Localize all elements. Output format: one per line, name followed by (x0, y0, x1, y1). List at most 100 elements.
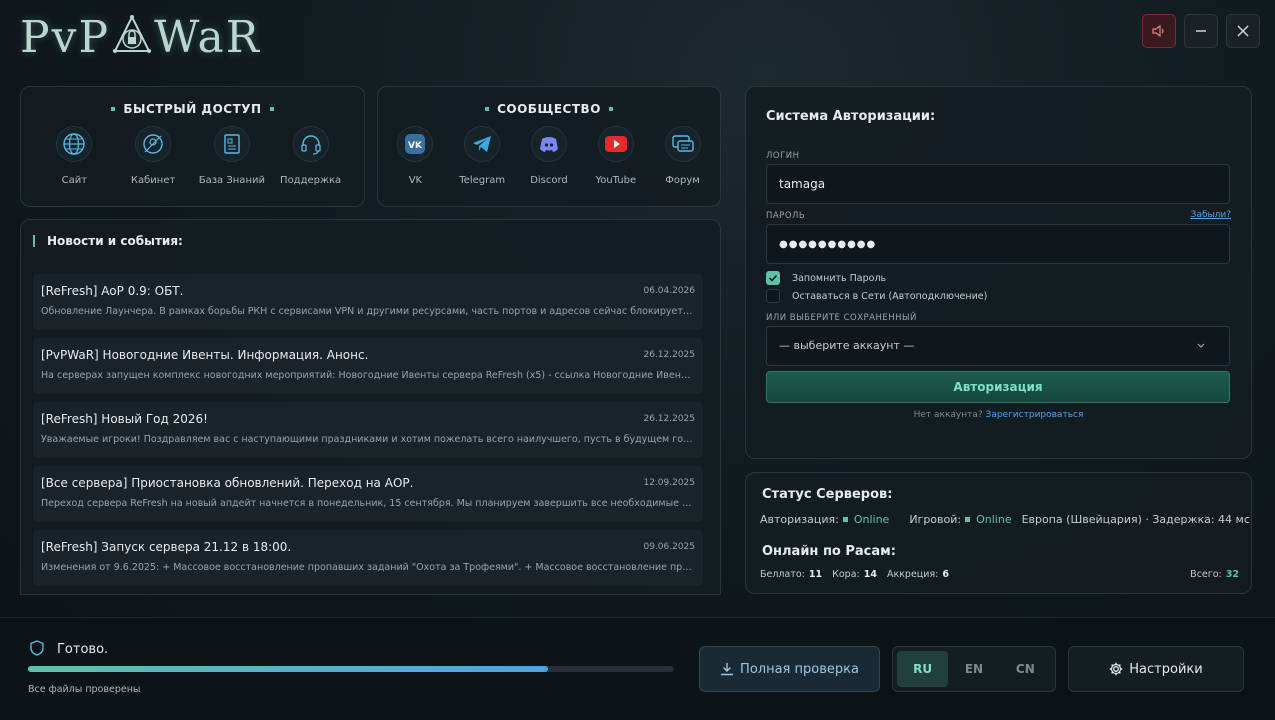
language-en[interactable]: EN (948, 651, 999, 687)
community-link-label: Форум (665, 175, 700, 186)
server-status-row: Авторизация: Online Игровой: Online Евро… (760, 513, 1250, 526)
speaker-icon (1152, 25, 1164, 37)
race-name: Беллато: (760, 569, 805, 580)
community-link-label: YouTube (595, 175, 637, 186)
news-item-date: 26.12.2025 (643, 414, 695, 424)
news-item-date: 09.06.2025 (643, 542, 695, 552)
news-item-title: [PvPWaR] Новогодние Ивенты. Информация. … (41, 348, 369, 362)
language-cn[interactable]: CN (1000, 651, 1051, 687)
saved-account-select[interactable]: — выберите аккаунт — (766, 326, 1230, 366)
community-link-label: Telegram (459, 175, 506, 186)
community-link-forum[interactable]: Форум (653, 126, 713, 186)
stay-online-checkbox[interactable] (766, 289, 780, 303)
news-item-title: [Все сервера] Приостановка обновлений. П… (41, 476, 414, 490)
login-label: ЛОГИН (766, 151, 800, 161)
discord-icon (539, 137, 558, 152)
race-count: 11 (808, 569, 823, 580)
download-icon (721, 663, 734, 676)
server-status-panel: Статус Серверов: Авторизация: Online Игр… (745, 472, 1252, 594)
races-online-row: Беллато: 11 Кора: 14 Аккреция: 6 (760, 569, 949, 580)
saved-account-placeholder: — выберите аккаунт — (779, 339, 915, 352)
news-item[interactable]: [Все сервера] Приостановка обновлений. П… (33, 466, 703, 522)
game-server-status: Online (976, 513, 1012, 526)
total-online: Всего: 32 (1190, 569, 1239, 580)
stay-online-row[interactable]: Оставаться в Сети (Автоподключение) (766, 289, 987, 303)
full-check-button[interactable]: Полная проверка (699, 646, 880, 692)
quick-access-title: БЫСТРЫЙ ДОСТУП (21, 102, 364, 116)
status-text: Готово. (57, 642, 109, 657)
community-link-label: VK (408, 175, 423, 186)
settings-label: Настройки (1129, 661, 1203, 677)
forgot-password-link[interactable]: Забыли? (1191, 210, 1231, 220)
logo-text-right: WaR (154, 11, 261, 63)
close-button[interactable] (1226, 14, 1260, 48)
news-item-summary: Уважаемые игроки! Поздравляем вас с наст… (41, 434, 695, 445)
game-server-label: Игровой: (909, 513, 962, 526)
news-item[interactable]: [ReFresh] AoP 0.9: ОБТ. 06.04.2026 Обнов… (33, 274, 703, 330)
remember-password-checkbox[interactable] (766, 271, 780, 285)
cabinet-icon (143, 134, 163, 154)
race-count: 6 (942, 569, 949, 580)
news-item[interactable]: [ReFresh] Новый Год 2026! 26.12.2025 Ува… (33, 402, 703, 458)
game-status-indicator (965, 517, 971, 522)
quick-access-panel: БЫСТРЫЙ ДОСТУП Сайт Кабинет База Знаний … (20, 86, 365, 207)
quick-link-support[interactable]: Поддержка (276, 126, 346, 186)
community-panel: СООБЩЕСТВО VK VK Telegram Discord YouTub… (377, 86, 721, 207)
news-item[interactable]: [PvPWaR] Новогодние Ивенты. Информация. … (33, 338, 703, 394)
shield-icon (30, 640, 44, 656)
news-item-summary: Изменения от 9.6.2025: + Массовое восста… (41, 562, 695, 573)
password-input[interactable]: ●●●●●●●●●● (766, 224, 1230, 264)
news-item-summary: На серверах запущен комплекс новогодних … (41, 370, 695, 381)
auth-server-status: Online (853, 513, 890, 526)
gear-icon (1110, 662, 1123, 676)
footer-bar: Готово. Все файлы проверены Полная прове… (0, 617, 1275, 720)
quick-link-cabinet[interactable]: Кабинет (118, 126, 188, 186)
quick-link-knowledge-base[interactable]: База Знаний (197, 126, 267, 186)
telegram-icon (473, 136, 492, 152)
chevron-down-icon (1197, 343, 1205, 348)
quick-link-label: Поддержка (280, 175, 342, 186)
svg-text:VK: VK (408, 141, 423, 151)
news-item-date: 06.04.2026 (643, 286, 695, 296)
news-panel: Новости и события: [ReFresh] AoP 0.9: ОБ… (20, 219, 721, 595)
remember-password-label: Запомнить Пароль (792, 272, 887, 284)
news-item-date: 26.12.2025 (643, 350, 695, 360)
remember-password-row[interactable]: Запомнить Пароль (766, 271, 886, 285)
x-icon (1237, 25, 1249, 37)
community-link-youtube[interactable]: YouTube (586, 126, 646, 186)
logo-text-left: PvP (20, 11, 111, 63)
news-item-summary: Обновление Лаунчера. В рамках борьбы РКН… (41, 306, 695, 317)
quick-link-label: Кабинет (130, 175, 176, 186)
stay-online-label: Оставаться в Сети (Автоподключение) (792, 290, 988, 302)
youtube-icon (604, 136, 627, 152)
server-status-title: Статус Серверов: (762, 487, 893, 502)
sound-button[interactable] (1142, 14, 1176, 48)
community-title: СООБЩЕСТВО (378, 102, 720, 116)
headset-icon (300, 135, 321, 155)
no-account-text: Нет аккаунта? (913, 410, 983, 420)
minimize-button[interactable] (1184, 14, 1218, 48)
races-online-title: Онлайн по Расам: (762, 544, 896, 559)
race-name: Аккреция: (886, 569, 939, 580)
news-item-title: [ReFresh] Новый Год 2026! (41, 412, 208, 426)
community-link-discord[interactable]: Discord (519, 126, 579, 186)
language-ru[interactable]: RU (897, 651, 949, 687)
news-item-title: [ReFresh] AoP 0.9: ОБТ. (41, 284, 184, 298)
progress-bar (28, 666, 674, 672)
globe-icon (63, 133, 86, 155)
login-button[interactable]: Авторизация (766, 371, 1230, 403)
news-item-date: 12.09.2025 (643, 478, 695, 488)
community-link-telegram[interactable]: Telegram (452, 126, 512, 186)
quick-link-site[interactable]: Сайт (39, 126, 109, 186)
login-input[interactable]: tamaga (766, 164, 1230, 204)
news-item[interactable]: [ReFresh] Запуск сервера 21.12 в 18:00. … (33, 530, 703, 586)
saved-account-label: ИЛИ ВЫБЕРИТЕ СОХРАНЕННЫЙ (766, 313, 917, 323)
quick-link-label: База Знаний (198, 175, 265, 186)
settings-button[interactable]: Настройки (1068, 646, 1244, 692)
community-link-vk[interactable]: VK VK (385, 126, 445, 186)
app-logo: PvP WaR (20, 11, 261, 63)
register-link[interactable]: Зарегистрироваться (986, 410, 1084, 420)
book-icon (224, 134, 240, 154)
race-count: 14 (863, 569, 877, 580)
race-name: Кора: (832, 569, 860, 580)
